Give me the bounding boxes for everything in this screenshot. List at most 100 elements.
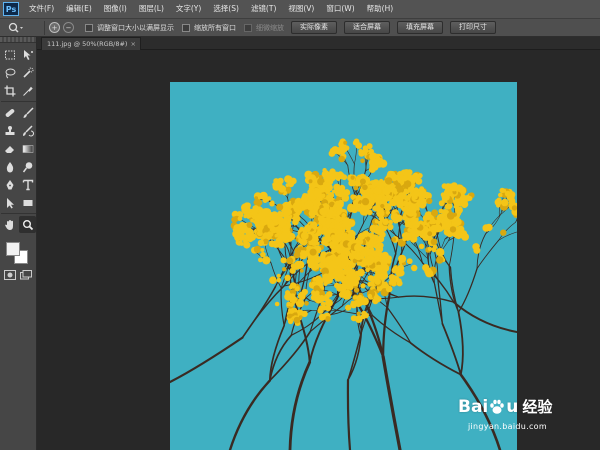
eraser-tool[interactable] <box>1 140 18 157</box>
pen-tool[interactable] <box>1 176 18 193</box>
close-tab-icon[interactable]: × <box>131 38 136 50</box>
path-select-icon <box>6 197 14 208</box>
zoom-all-windows-checkbox[interactable]: 缩放所有窗口 <box>182 23 236 33</box>
blossom <box>345 266 353 274</box>
blossom <box>419 192 425 197</box>
blossom <box>396 186 405 194</box>
zoom-out-button[interactable]: − <box>63 22 74 33</box>
blossom <box>385 285 393 293</box>
checkbox-label: 细微缩放 <box>256 23 284 32</box>
brush-tool[interactable] <box>19 104 36 121</box>
dodge-icon <box>22 161 32 172</box>
blossom <box>356 311 361 316</box>
blossom <box>341 290 349 297</box>
blossom <box>243 239 248 244</box>
blossom <box>313 189 322 198</box>
lasso-tool[interactable] <box>1 64 18 81</box>
healing-tool[interactable] <box>1 104 18 121</box>
gradient-icon <box>22 144 33 153</box>
blossom <box>323 229 329 235</box>
blossom <box>314 290 320 296</box>
stamp-tool[interactable] <box>1 122 18 139</box>
checkbox-label: 调整窗口大小以满屏显示 <box>97 23 174 32</box>
quick-mask-icon[interactable] <box>4 270 16 280</box>
zoom-tool[interactable] <box>19 216 36 233</box>
move-tool[interactable] <box>19 46 36 63</box>
crop-tool[interactable] <box>1 82 18 99</box>
zoom-in-button[interactable]: + <box>49 22 60 33</box>
resize-windows-checkbox[interactable]: 调整窗口大小以满屏显示 <box>85 23 174 33</box>
blossom <box>350 300 355 305</box>
menu-view[interactable]: 视图(V) <box>282 0 320 18</box>
blossom <box>293 316 301 324</box>
gradient-tool[interactable] <box>19 140 36 157</box>
menu-help[interactable]: 帮助(H) <box>361 0 400 18</box>
path-select-tool[interactable] <box>1 194 18 211</box>
dodge-tool[interactable] <box>19 158 36 175</box>
menu-filter[interactable]: 滤镜(T) <box>245 0 282 18</box>
menu-edit[interactable]: 编辑(E) <box>60 0 98 18</box>
menu-items: 文件(F) 编辑(E) 图像(I) 图层(L) 文字(Y) 选择(S) 滤镜(T… <box>23 0 399 18</box>
blossom <box>336 247 343 254</box>
checkbox-box[interactable] <box>182 23 190 32</box>
blossom <box>318 313 326 321</box>
rectangle-tool[interactable] <box>19 194 36 211</box>
blossom <box>299 250 308 258</box>
hand-icon <box>4 219 13 230</box>
blossom <box>345 281 353 288</box>
blossom <box>391 267 398 274</box>
blossom <box>341 213 347 218</box>
menu-image[interactable]: 图像(I) <box>98 0 133 18</box>
fill-screen-button[interactable]: 填充屏幕 <box>397 21 443 34</box>
blossom <box>361 258 369 266</box>
menu-layer[interactable]: 图层(L) <box>133 0 170 18</box>
document-tab[interactable]: 111.jpg @ 50%(RGB/8#) × <box>41 37 141 50</box>
paw-icon <box>490 399 505 414</box>
blossom <box>308 179 313 184</box>
blossom <box>360 255 365 260</box>
checkbox-label: 缩放所有窗口 <box>194 23 236 32</box>
blossom <box>259 221 264 226</box>
menu-file[interactable]: 文件(F) <box>23 0 60 18</box>
blossom <box>365 236 371 241</box>
zoom-tool-preset[interactable] <box>0 22 40 34</box>
blossom <box>372 188 378 194</box>
blossom <box>258 257 263 263</box>
hand-tool[interactable] <box>1 216 18 233</box>
menu-window[interactable]: 窗口(W) <box>320 0 360 18</box>
blossom <box>409 206 417 214</box>
screen-mode-icon[interactable] <box>20 270 32 280</box>
type-tool[interactable] <box>19 176 36 193</box>
blossom <box>242 207 249 214</box>
menu-select[interactable]: 选择(S) <box>207 0 245 18</box>
blossom <box>361 197 370 206</box>
menu-type[interactable]: 文字(Y) <box>170 0 207 18</box>
blossom <box>302 229 308 235</box>
blossom <box>269 201 275 207</box>
checkbox-box[interactable] <box>85 23 93 32</box>
blossom <box>343 232 348 237</box>
blossom <box>322 273 331 282</box>
marquee-tool[interactable] <box>1 46 18 63</box>
blossom <box>397 264 405 272</box>
blossom <box>427 231 433 237</box>
blossom <box>285 290 290 296</box>
print-size-button[interactable]: 打印尺寸 <box>450 21 496 34</box>
history-brush-tool[interactable] <box>19 122 36 139</box>
fit-screen-button[interactable]: 适合屏幕 <box>344 21 390 34</box>
blossom <box>354 202 358 207</box>
foreground-color-swatch[interactable] <box>6 242 20 256</box>
blossom <box>309 248 317 256</box>
eyedropper-tool[interactable] <box>19 82 36 99</box>
actual-pixels-button[interactable]: 实际像素 <box>291 21 337 34</box>
blossom <box>379 271 388 280</box>
blossom <box>333 183 341 191</box>
quick-select-tool[interactable] <box>19 64 36 81</box>
type-icon <box>22 179 33 190</box>
blur-tool[interactable] <box>1 158 18 175</box>
blossom <box>383 281 388 287</box>
blossom <box>352 140 358 146</box>
blossom <box>296 260 305 269</box>
blur-icon <box>6 161 13 172</box>
blossom <box>370 234 377 240</box>
